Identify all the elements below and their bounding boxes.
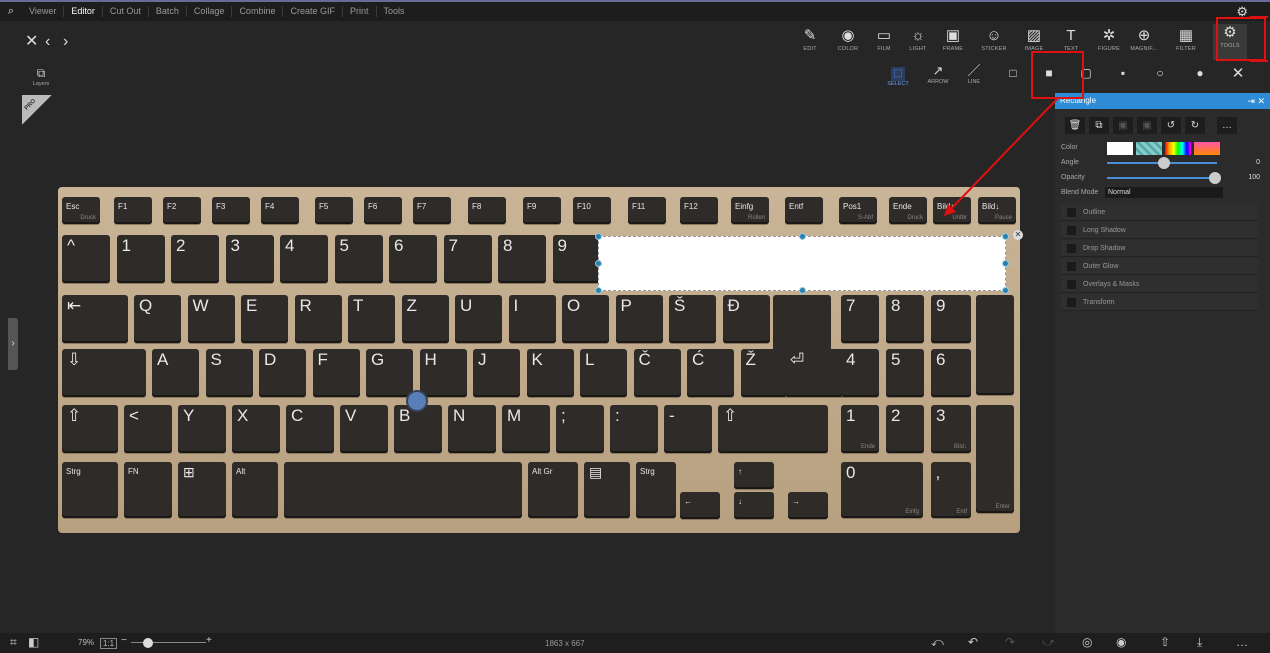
annotation-arrow — [949, 98, 1058, 211]
app-window: ⌕ Viewer Editor Cut Out Batch Collage Co… — [0, 0, 1270, 653]
annotation-arrows — [944, 16, 1268, 216]
